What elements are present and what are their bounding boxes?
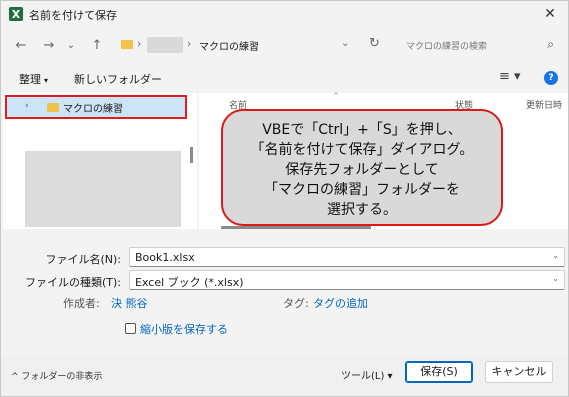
filename-label: ファイル名(N): [45,253,121,266]
cancel-button[interactable]: キャンセル [485,361,553,383]
chevron-down-icon[interactable]: ⌄ [552,274,559,283]
redacted-nav-items [25,151,181,227]
new-folder-button[interactable]: 新しいフォルダー [74,71,162,87]
window-title: 名前を付けて保存 [29,9,117,22]
help-icon[interactable]: ? [544,71,558,85]
sidebar-item-macro-practice[interactable]: › マクロの練習 [5,95,187,119]
chevron-down-icon[interactable]: ⌄ [552,251,559,260]
forward-arrow-icon[interactable]: → [41,38,57,54]
organize-button[interactable]: 整理 ▾ [19,71,48,87]
callout-line: VBEで「Ctrl」+「S」を押し、 [262,122,462,138]
save-button[interactable]: 保存(S) [405,361,473,383]
excel-app-icon [9,7,23,21]
callout-line: 保存先フォルダーとして [285,162,439,178]
breadcrumb-separator-icon: › [187,37,192,50]
filetype-label: ファイルの種類(T): [24,276,121,289]
save-as-dialog: 名前を付けて保存 ✕ ← → ⌄ ↑ › › マクロの練習 ⌄ ↻ マクロの練習… [0,0,569,397]
chevron-down-icon: ▾ [44,76,49,85]
author-value[interactable]: 決 熊谷 [111,295,148,311]
folder-icon [121,40,133,49]
search-icon: ⌕ [547,37,554,51]
callout-line: 「マクロの練習」フォルダーを [264,182,460,198]
address-dropdown-icon[interactable]: ⌄ [341,38,349,49]
sort-indicator-icon: ^ [333,92,339,100]
breadcrumb-current-folder[interactable]: マクロの練習 [199,38,259,53]
save-thumbnail-checkbox[interactable] [125,323,136,334]
back-arrow-icon[interactable]: ← [13,38,29,54]
view-options-icon[interactable]: ≡ ▾ [499,69,521,84]
filetype-select[interactable]: Excel ブック (*.xlsx) ⌄ [129,270,565,290]
refresh-icon[interactable]: ↻ [369,36,380,51]
up-arrow-icon[interactable]: ↑ [89,38,105,54]
nav-scrollbar[interactable] [190,147,193,163]
horizontal-scrollbar[interactable] [221,226,371,229]
save-thumbnail-label[interactable]: 縮小版を保存する [140,321,228,337]
filetype-value: Excel ブック (*.xlsx) [135,276,244,289]
search-input[interactable]: マクロの練習の検索 ⌕ [396,34,560,56]
author-label: 作成者: [63,297,100,310]
tags-value[interactable]: タグの追加 [313,295,368,311]
navigation-pane: › マクロの練習 [3,93,197,229]
callout-line: 「名前を付けて保存」ダイアログ。 [250,142,474,158]
sidebar-item-label: マクロの練習 [63,104,123,115]
column-header-date[interactable]: 更新日時 [526,98,562,111]
filename-field[interactable]: Book1.xlsx ⌄ [129,247,565,267]
annotation-callout: VBEで「Ctrl」+「S」を押し、 「名前を付けて保存」ダイアログ。 保存先フ… [221,109,503,226]
title-bar: 名前を付けて保存 ✕ [1,1,568,27]
filename-value: Book1.xlsx [135,251,195,264]
close-button[interactable]: ✕ [540,4,560,24]
callout-line: 選択する。 [327,202,397,218]
dialog-footer: ^ フォルダーの非表示 ツール(L) ▾ 保存(S) キャンセル [1,355,568,396]
command-bar: 整理 ▾ 新しいフォルダー ≡ ▾ ? [1,67,568,91]
tags-label: タグ: [283,297,309,310]
search-placeholder: マクロの練習の検索 [406,42,488,52]
breadcrumb-redacted-segment [147,37,183,53]
address-bar: ← → ⌄ ↑ › › マクロの練習 ⌄ ↻ マクロの練習の検索 ⌕ [1,29,568,63]
breadcrumb-separator-icon: › [137,37,142,50]
hide-folders-button[interactable]: ^ フォルダーの非表示 [11,369,102,382]
folder-icon [47,103,59,112]
tools-menu-button[interactable]: ツール(L) ▾ [341,367,393,382]
recent-locations-icon[interactable]: ⌄ [63,38,79,54]
organize-label: 整理 [19,73,41,86]
chevron-right-icon[interactable]: › [25,101,29,111]
